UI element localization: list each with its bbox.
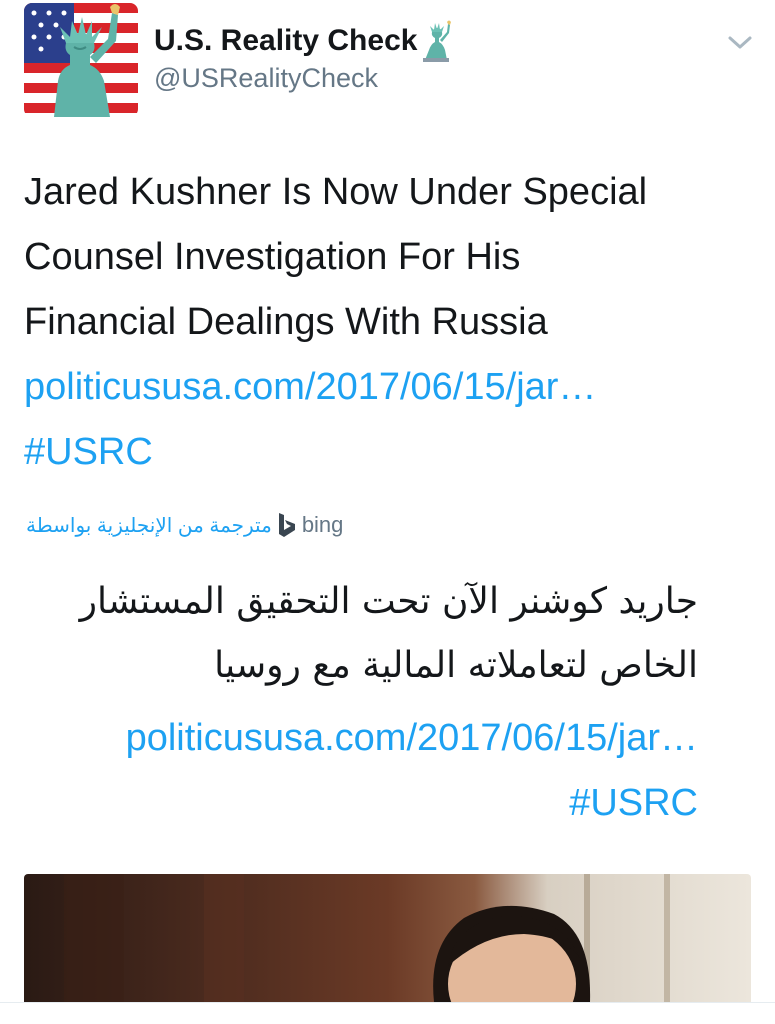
hashtag-link[interactable]: #USRC (24, 431, 153, 473)
tweet-text-line: Jared Kushner Is Now Under Special (24, 171, 648, 213)
tweet-media-image[interactable] (24, 874, 751, 1002)
display-name[interactable]: U.S. Reality Check (154, 20, 452, 62)
chevron-down-icon[interactable] (726, 30, 754, 54)
translation-text: جاريد كوشنر الآن تحت التحقيق المستشار ال… (24, 570, 698, 698)
tweet-text-line: Counsel Investigation For His (24, 236, 521, 278)
statue-of-liberty-flag-icon (24, 3, 138, 117)
avatar[interactable] (24, 3, 138, 117)
divider (0, 1002, 775, 1024)
display-name-text: U.S. Reality Check (154, 24, 418, 57)
translation-link[interactable]: politicususa.com/2017/06/15/jar… (126, 717, 698, 759)
bing-logo-icon (276, 511, 298, 539)
translated-by-label[interactable]: مترجمة من الإنجليزية بواسطة (26, 513, 272, 538)
tweet-link[interactable]: politicususa.com/2017/06/15/jar… (24, 366, 596, 408)
translation-text-line: جاريد كوشنر الآن تحت التحقيق المستشار (79, 581, 698, 622)
tweet-text: Jared Kushner Is Now Under Special Couns… (24, 160, 754, 485)
translation-attribution: مترجمة من الإنجليزية بواسطة bing (26, 508, 418, 542)
translation-hashtag-link[interactable]: #USRC (569, 782, 698, 824)
user-handle[interactable]: @USRealityCheck (154, 60, 378, 96)
translation-links: politicususa.com/2017/06/15/jar… #USRC (24, 706, 698, 836)
translation-text-line: الخاص لتعاملاته المالية مع روسيا (214, 645, 698, 686)
tweet-text-line: Financial Dealings With Russia (24, 301, 548, 343)
statue-of-liberty-icon (421, 20, 452, 62)
bing-provider-label: bing (301, 512, 344, 537)
